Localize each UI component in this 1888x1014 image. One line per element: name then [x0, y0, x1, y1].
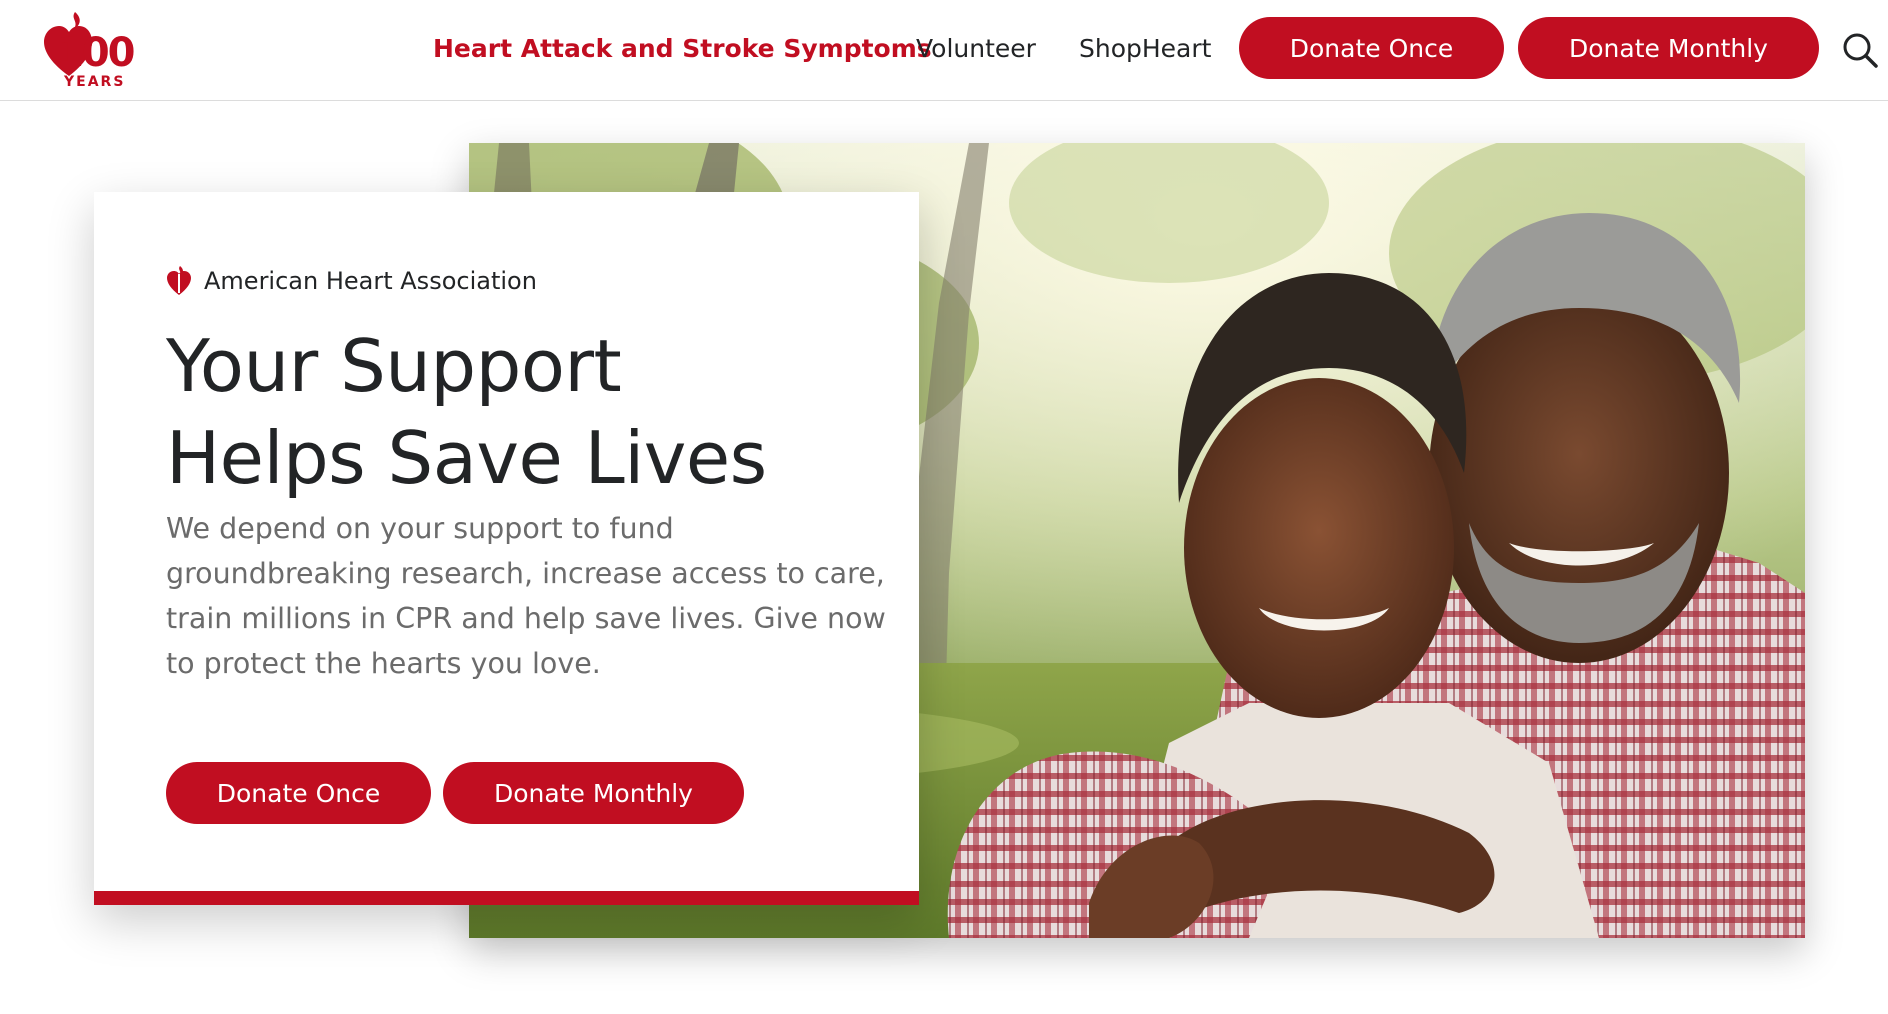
org-name: American Heart Association: [204, 267, 537, 295]
site-header: 100 YEARS Heart Attack and Stroke Sympto…: [0, 0, 1888, 101]
nav-link-shopheart[interactable]: ShopHeart: [1079, 33, 1211, 65]
nav-link-heart-attack-stroke-symptoms[interactable]: Heart Attack and Stroke Symptoms: [433, 33, 932, 65]
headline-line-2: Helps Save Lives: [166, 416, 767, 500]
nav-link-volunteer[interactable]: Volunteer: [916, 33, 1036, 65]
heart-torch-icon: [167, 266, 191, 295]
logo-number: 100: [56, 30, 135, 76]
header-donate-once-button[interactable]: Donate Once: [1239, 17, 1504, 79]
search-icon: [1843, 33, 1878, 68]
hero-card: American Heart Association Your Support …: [94, 192, 919, 905]
header-donate-monthly-button[interactable]: Donate Monthly: [1518, 17, 1819, 79]
hero-description: We depend on your support to fund ground…: [166, 512, 886, 680]
donate-once-button[interactable]: Donate Once: [166, 762, 431, 824]
donate-monthly-button[interactable]: Donate Monthly: [443, 762, 744, 824]
page-title: Your Support Helps Save Lives: [166, 320, 886, 504]
search-button[interactable]: [1840, 30, 1880, 70]
org-byline: American Heart Association: [166, 264, 537, 298]
aha-100-years-logo[interactable]: 100 YEARS: [42, 10, 146, 90]
headline-line-1: Your Support: [166, 324, 622, 408]
logo-word: YEARS: [64, 74, 126, 90]
